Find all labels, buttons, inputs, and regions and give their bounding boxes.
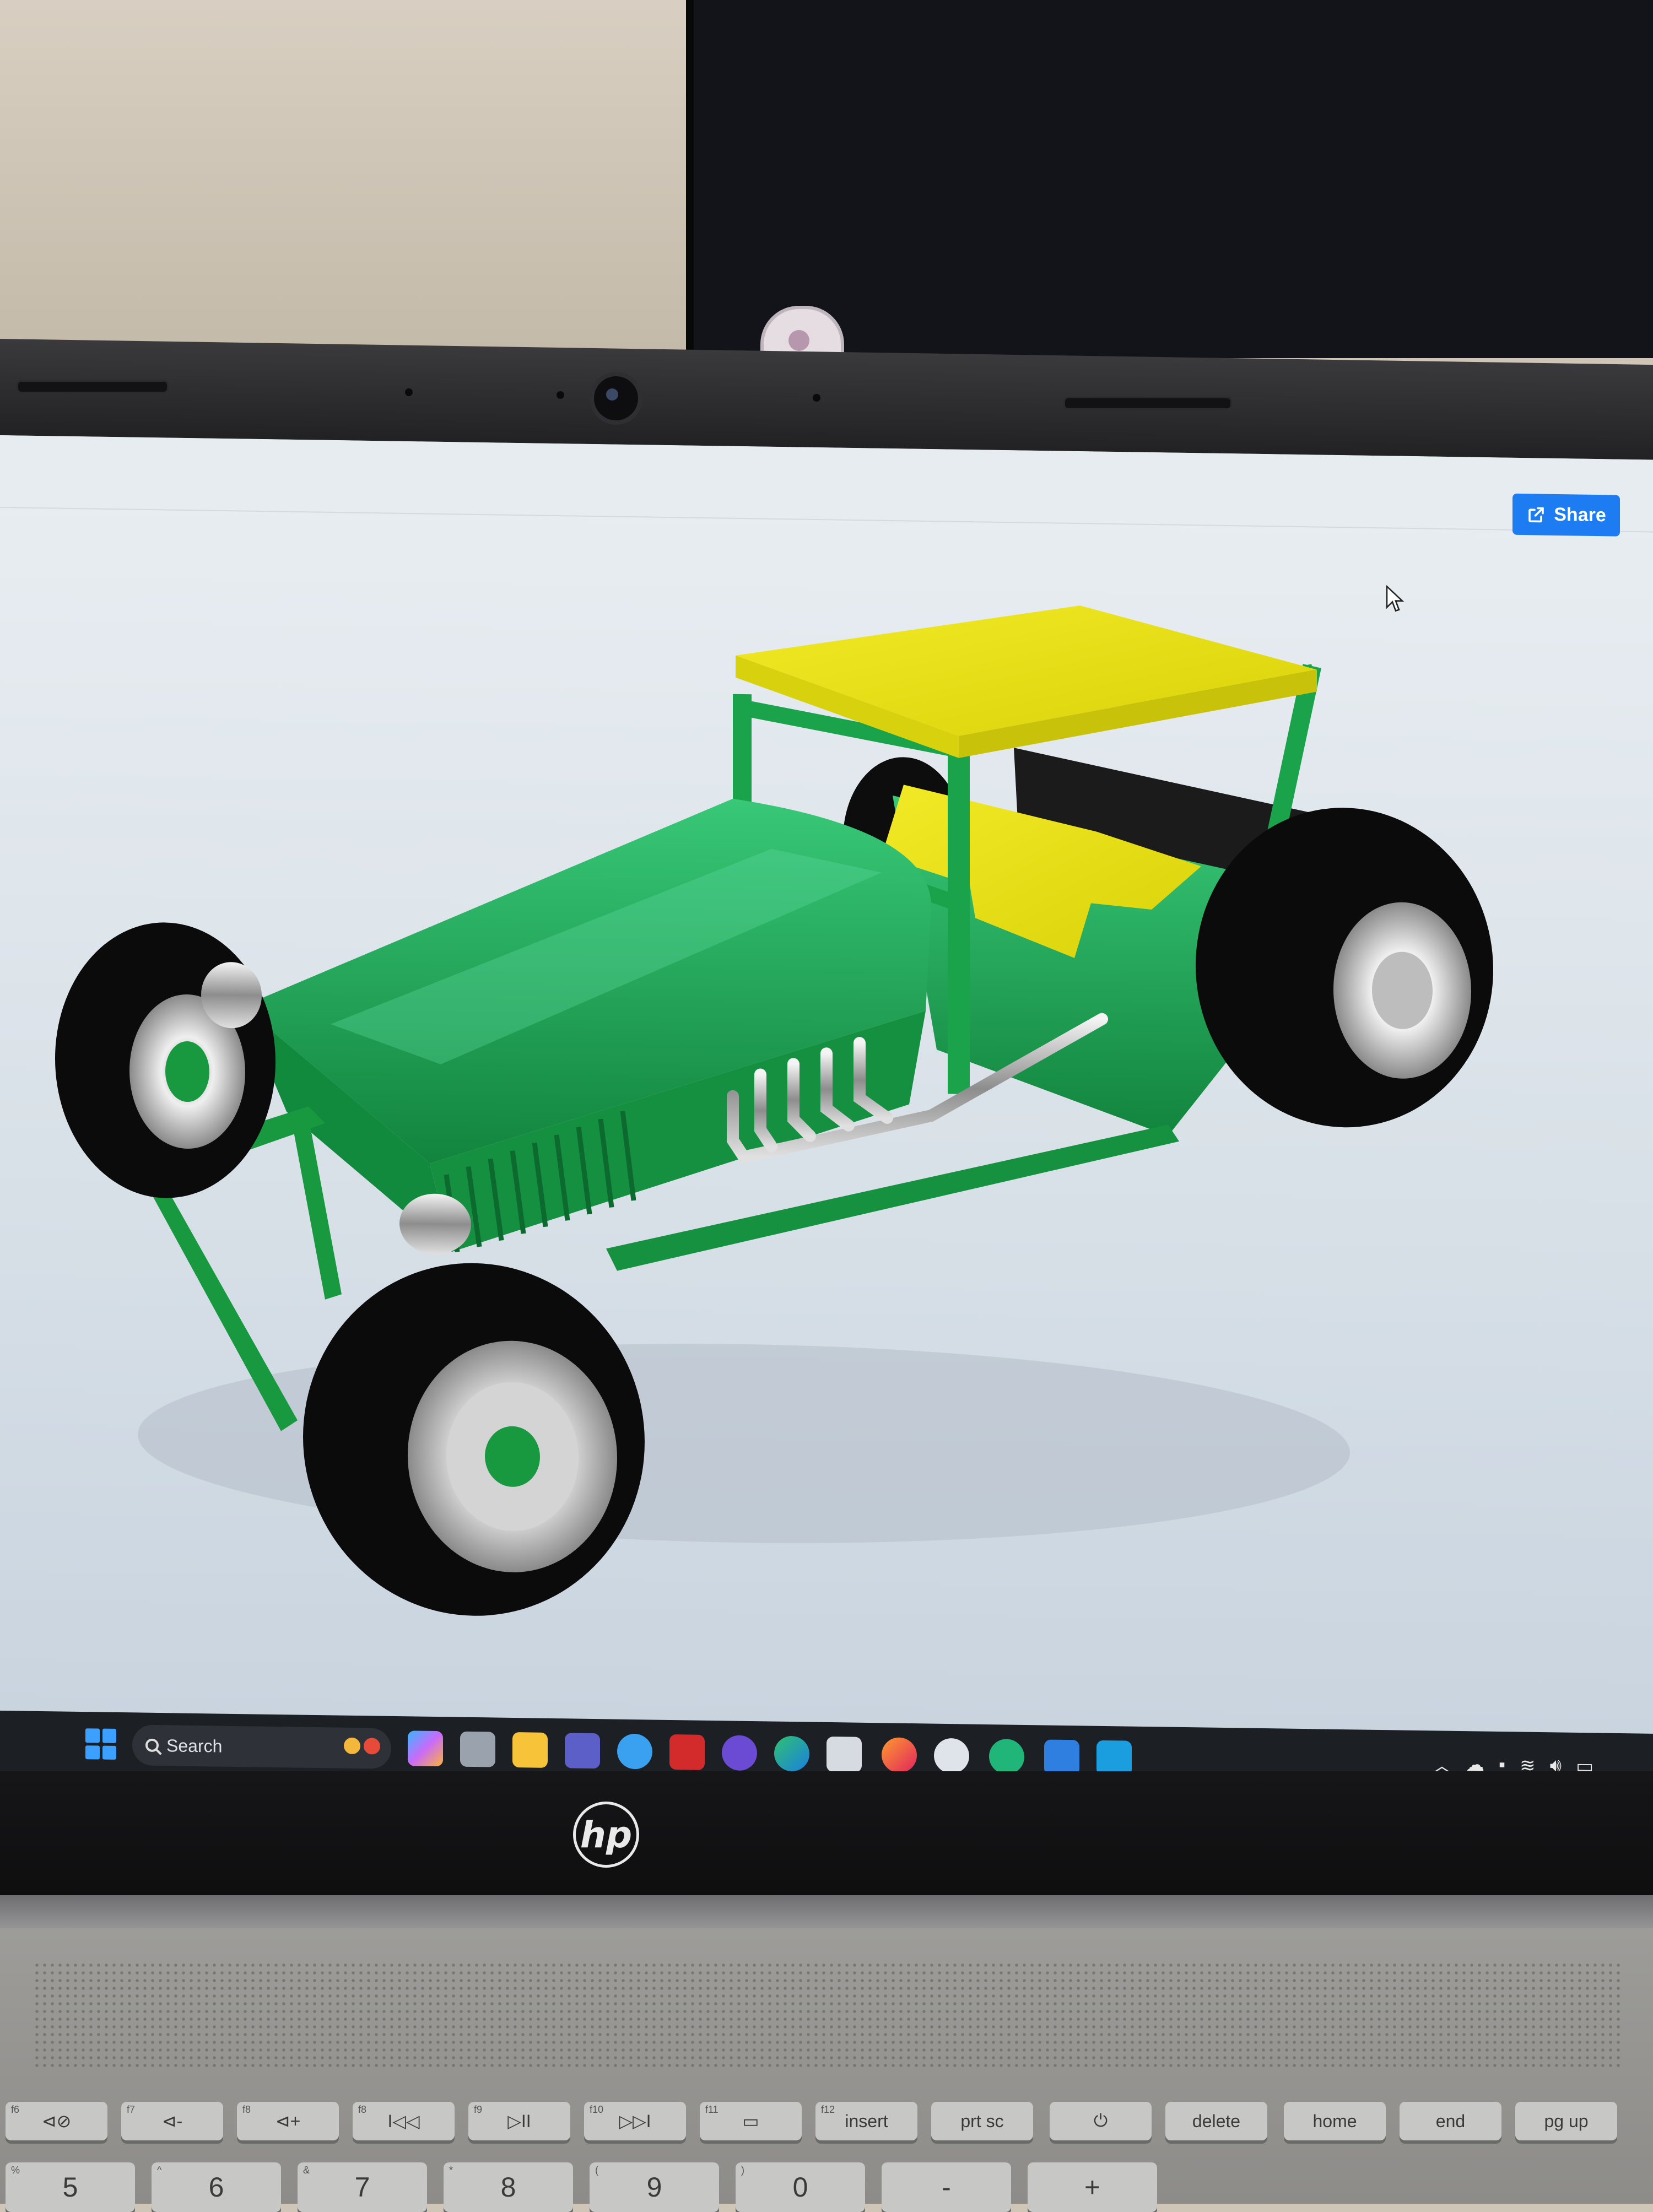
key-6[interactable]: ^ 6 <box>152 2162 281 2212</box>
key-pg-up[interactable]: pg up <box>1515 2102 1617 2140</box>
task-view-icon[interactable] <box>460 1731 495 1767</box>
mcafee-icon[interactable] <box>669 1734 705 1770</box>
background-wall <box>0 0 689 353</box>
front-right-wheel <box>303 1193 645 1616</box>
key-9[interactable]: (9 <box>590 2162 719 2212</box>
app-icon-green[interactable] <box>989 1739 1024 1775</box>
file-explorer-icon[interactable] <box>512 1732 548 1768</box>
microphone <box>557 391 564 399</box>
onshape-icon[interactable] <box>1044 1739 1079 1776</box>
search-placeholder: Search <box>166 1735 223 1756</box>
key-f6[interactable]: f6 ⊲⊘ <box>6 2102 107 2140</box>
key-5[interactable]: % 5 <box>6 2162 135 2212</box>
key-power[interactable]: ⏻ <box>1050 2102 1152 2140</box>
key-minus[interactable]: - <box>882 2162 1011 2212</box>
key-8[interactable]: * 8 <box>444 2162 573 2212</box>
hp-logo: hp <box>573 1802 639 1868</box>
app-icon-blue[interactable] <box>1096 1740 1132 1776</box>
key-insert[interactable]: f12 insert <box>815 2102 917 2140</box>
laptop-webcam <box>590 372 642 425</box>
speaker-grille-left <box>17 380 169 393</box>
key-play-pause[interactable]: f9 ▷II <box>468 2102 570 2140</box>
key-home[interactable]: home <box>1284 2102 1386 2140</box>
teams-icon[interactable] <box>565 1733 600 1769</box>
key-next-track[interactable]: f10 ▷▷I <box>584 2102 686 2140</box>
search-highlight-icon <box>344 1737 380 1755</box>
microphone <box>405 388 413 396</box>
speaker-grille-right <box>1063 397 1232 410</box>
front-left-wheel <box>55 922 276 1198</box>
key-delete[interactable]: delete <box>1165 2102 1267 2140</box>
key-end[interactable]: end <box>1400 2102 1501 2140</box>
microphone <box>813 394 820 402</box>
key-f11[interactable]: f11 ▭ <box>700 2102 802 2140</box>
key-prev-track[interactable]: f8 I◁◁ <box>353 2102 455 2140</box>
rear-right-wheel <box>1196 808 1493 1128</box>
share-label: Share <box>1554 504 1606 526</box>
key-plus[interactable]: + <box>1028 2162 1157 2212</box>
key-f7[interactable]: f7 ⊲- <box>121 2102 223 2140</box>
help-icon[interactable] <box>617 1733 652 1770</box>
app-icon[interactable] <box>722 1735 757 1771</box>
key-0[interactable]: ) 0 <box>736 2162 865 2212</box>
edge-icon[interactable] <box>774 1735 809 1772</box>
microsoft-store-icon[interactable] <box>827 1736 862 1772</box>
3d-viewport[interactable] <box>0 507 1653 1744</box>
screen: Share <box>0 435 1653 1744</box>
copilot-icon[interactable] <box>408 1730 443 1767</box>
share-icon <box>1526 505 1546 525</box>
key-f8[interactable]: f8 ⊲+ <box>237 2102 339 2140</box>
webcam-lens <box>788 330 809 351</box>
key-prt-sc[interactable]: prt sc <box>931 2102 1033 2140</box>
key-7[interactable]: & 7 <box>298 2162 427 2212</box>
start-icon[interactable] <box>85 1728 116 1760</box>
roof <box>736 605 1317 758</box>
taskbar-search-box[interactable]: Search <box>132 1724 391 1769</box>
external-monitor <box>686 0 1653 358</box>
steam-icon[interactable] <box>934 1738 969 1774</box>
search-icon <box>145 1738 159 1753</box>
firefox-icon[interactable] <box>882 1737 917 1773</box>
speaker-grille <box>33 1961 1620 2072</box>
